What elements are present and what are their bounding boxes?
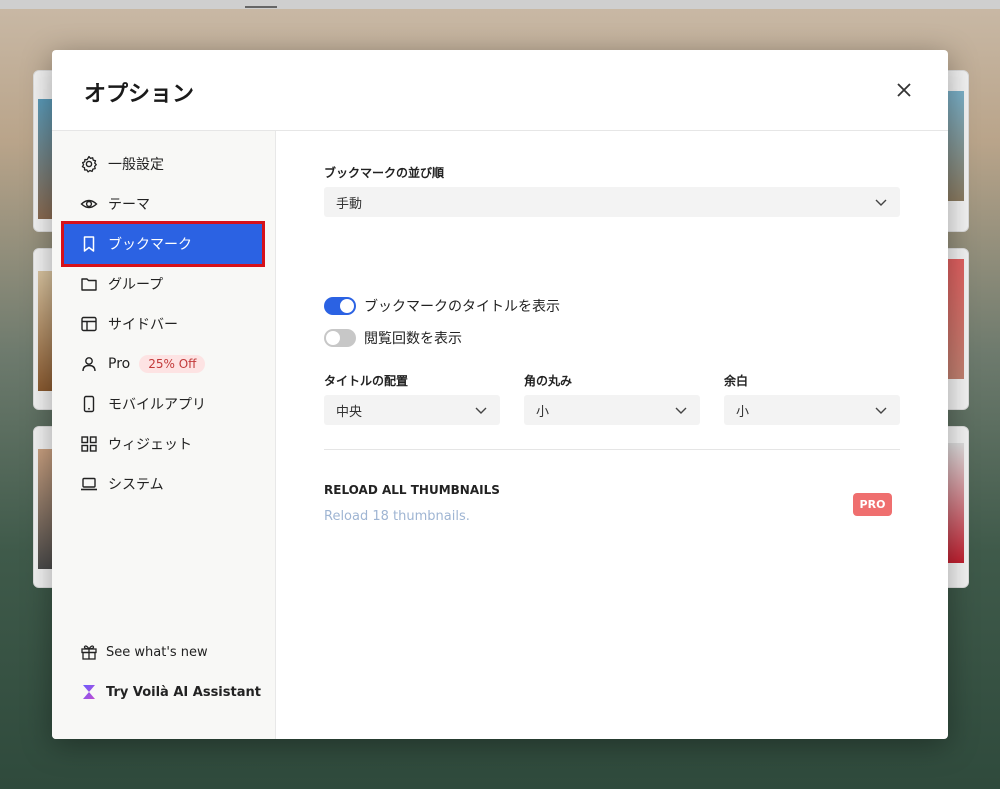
sidebar-item-label: システム <box>108 477 164 493</box>
margin-value: 小 <box>736 404 750 420</box>
chevron-down-icon <box>875 407 887 414</box>
whats-new-label: See what's new <box>106 644 208 660</box>
sort-order-value: 手動 <box>336 196 363 212</box>
tab-indicator <box>245 6 277 8</box>
sidebar-item-mobile-app[interactable]: モバイルアプリ <box>64 384 262 424</box>
sidebar-item-theme[interactable]: テーマ <box>64 184 262 224</box>
sidebar-item-bookmarks[interactable]: ブックマーク <box>61 221 265 267</box>
sidebar-item-pro[interactable]: Pro 25% Off <box>64 344 262 384</box>
bookmark-settings-panel: ブックマークの並び順 手動 ブックマークのタイトルを表示 閲覧回数を表示 タイト… <box>276 131 948 739</box>
sidebar-item-groups[interactable]: グループ <box>64 264 262 304</box>
show-title-toggle[interactable] <box>324 297 356 315</box>
mobile-icon <box>80 395 98 413</box>
sort-order-label: ブックマークの並び順 <box>324 166 445 180</box>
show-view-count-toggle-row: 閲覧回数を表示 <box>324 328 462 348</box>
toggle-knob <box>340 299 354 313</box>
sidebar-item-label: サイドバー <box>108 317 178 333</box>
widget-grid-icon <box>80 435 98 453</box>
bookmark-icon <box>80 235 98 253</box>
voila-ai-label: Try Voilà AI Assistant <box>106 684 261 700</box>
toggle-knob <box>326 331 340 345</box>
pro-badge[interactable]: PRO <box>853 493 892 516</box>
corner-radius-select[interactable]: 小 <box>524 395 700 425</box>
eye-icon <box>80 195 98 213</box>
sidebar-item-label: テーマ <box>108 197 150 213</box>
sidebar-layout-icon <box>80 315 98 333</box>
chevron-down-icon <box>675 407 687 414</box>
corner-radius-value: 小 <box>536 404 550 420</box>
sidebar-item-label: ブックマーク <box>108 237 192 253</box>
margin-select[interactable]: 小 <box>724 395 900 425</box>
show-title-label: ブックマークのタイトルを表示 <box>364 299 560 315</box>
sidebar-item-widgets[interactable]: ウィジェット <box>64 424 262 464</box>
close-button[interactable] <box>890 76 918 104</box>
corner-radius-label: 角の丸み <box>524 374 573 388</box>
whats-new-link[interactable]: See what's new <box>80 643 208 661</box>
discount-badge: 25% Off <box>139 355 206 373</box>
sidebar-item-label: Pro <box>108 356 131 372</box>
title-align-select[interactable]: 中央 <box>324 395 500 425</box>
options-modal: オプション 一般設定 テーマ ブックマーク グループ サイドバー Pro 25%… <box>52 50 948 739</box>
sidebar-item-system[interactable]: システム <box>64 464 262 504</box>
voila-ai-link[interactable]: Try Voilà AI Assistant <box>80 683 261 701</box>
margin-label: 余白 <box>724 374 749 388</box>
reload-thumbnails-link[interactable]: Reload 18 thumbnails. <box>324 509 470 524</box>
chevron-down-icon <box>475 407 487 414</box>
browser-top-bar <box>0 0 1000 9</box>
show-view-count-toggle[interactable] <box>324 329 356 347</box>
chevron-down-icon <box>875 199 887 206</box>
user-icon <box>80 355 98 373</box>
show-title-toggle-row: ブックマークのタイトルを表示 <box>324 296 560 316</box>
gear-icon <box>80 155 98 173</box>
sidebar-item-label: ウィジェット <box>108 437 192 453</box>
sort-order-select[interactable]: 手動 <box>324 187 900 217</box>
sidebar-item-label: 一般設定 <box>108 157 164 173</box>
modal-header: オプション <box>52 50 948 131</box>
show-view-count-label: 閲覧回数を表示 <box>364 331 462 347</box>
sidebar-item-label: グループ <box>108 277 164 293</box>
hourglass-logo-icon <box>80 683 98 701</box>
close-icon <box>897 83 911 97</box>
title-align-value: 中央 <box>336 404 363 420</box>
sidebar-item-general[interactable]: 一般設定 <box>64 144 262 184</box>
modal-title: オプション <box>84 82 195 107</box>
folder-icon <box>80 275 98 293</box>
laptop-icon <box>80 475 98 493</box>
section-divider <box>324 449 900 450</box>
title-align-label: タイトルの配置 <box>324 374 409 388</box>
sidebar-item-sidebar[interactable]: サイドバー <box>64 304 262 344</box>
reload-thumbnails-title: RELOAD ALL THUMBNAILS <box>324 483 500 497</box>
sidebar-item-label: モバイルアプリ <box>108 397 206 413</box>
settings-sidebar: 一般設定 テーマ ブックマーク グループ サイドバー Pro 25% Off モ… <box>52 131 276 739</box>
gift-icon <box>80 643 98 661</box>
